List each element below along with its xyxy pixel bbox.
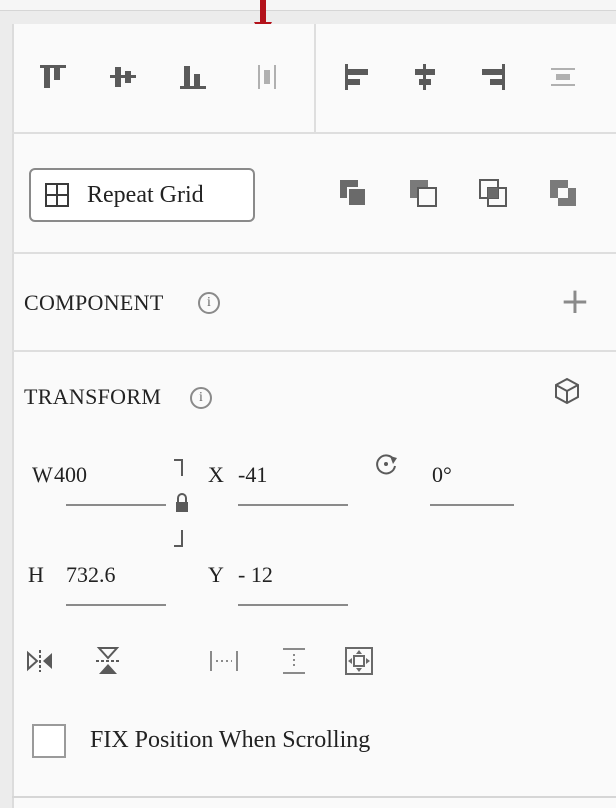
bottom-divider — [12, 796, 616, 798]
repeat-grid-section: Repeat Grid — [12, 134, 616, 254]
distribute-horizontal-icon[interactable] — [548, 62, 578, 92]
alignment-section — [12, 24, 616, 134]
width-label: W — [32, 462, 53, 487]
fit-to-content-icon[interactable] — [344, 646, 374, 676]
rotation-value[interactable]: 0° — [432, 462, 452, 488]
transform-title: TRANSFORM — [24, 384, 162, 409]
component-title: COMPONENT — [24, 290, 164, 315]
3d-cube-icon[interactable] — [552, 376, 582, 406]
boolean-subtract-icon[interactable] — [408, 178, 440, 210]
x-underline — [238, 504, 348, 506]
fix-position-checkbox[interactable] — [32, 724, 66, 758]
align-bottom-icon[interactable] — [178, 62, 208, 92]
width-underline — [66, 504, 166, 506]
component-info-icon[interactable]: i — [198, 292, 220, 314]
x-value[interactable]: -41 — [238, 462, 267, 488]
y-value[interactable]: - 12 — [238, 562, 273, 588]
add-component-icon[interactable]: + — [560, 284, 590, 320]
fix-position-label: FIX Position When Scrolling — [90, 727, 371, 753]
rotate-icon — [376, 454, 397, 475]
alignment-divider — [314, 24, 316, 134]
lock-proportions-icon[interactable] — [170, 456, 198, 552]
flip-vertical-icon[interactable] — [94, 646, 122, 676]
height-value[interactable]: 732.6 — [66, 562, 116, 588]
rotation-underline — [430, 504, 514, 506]
boolean-add-icon[interactable] — [338, 178, 370, 210]
boolean-exclude-icon[interactable] — [548, 178, 580, 210]
top-strip — [0, 0, 616, 11]
vertical-spacing-icon[interactable] — [280, 646, 308, 676]
align-middle-icon[interactable] — [108, 62, 138, 92]
width-value[interactable]: 400 — [54, 462, 87, 488]
repeat-grid-label: Repeat Grid — [87, 181, 204, 208]
align-right-icon[interactable] — [478, 62, 508, 92]
align-center-icon[interactable] — [410, 62, 440, 92]
align-left-icon[interactable] — [342, 62, 372, 92]
distribute-vertical-icon[interactable] — [252, 62, 282, 92]
horizontal-spacing-icon[interactable] — [208, 648, 240, 674]
height-label: H — [28, 562, 44, 587]
align-top-icon[interactable] — [38, 62, 68, 92]
boolean-intersect-icon[interactable] — [478, 178, 510, 210]
repeat-grid-button[interactable]: Repeat Grid — [29, 168, 255, 222]
y-label: Y — [208, 562, 224, 587]
y-underline — [238, 604, 348, 606]
transform-info-icon[interactable]: i — [190, 387, 212, 409]
grid-icon — [45, 183, 69, 207]
x-label: X — [208, 462, 224, 487]
transform-section: TRANSFORM i W 400 X -41 0° H 732.6 Y - 1… — [12, 352, 616, 796]
component-section: COMPONENT i + — [12, 254, 616, 352]
flip-horizontal-icon[interactable] — [26, 648, 54, 674]
height-underline — [66, 604, 166, 606]
